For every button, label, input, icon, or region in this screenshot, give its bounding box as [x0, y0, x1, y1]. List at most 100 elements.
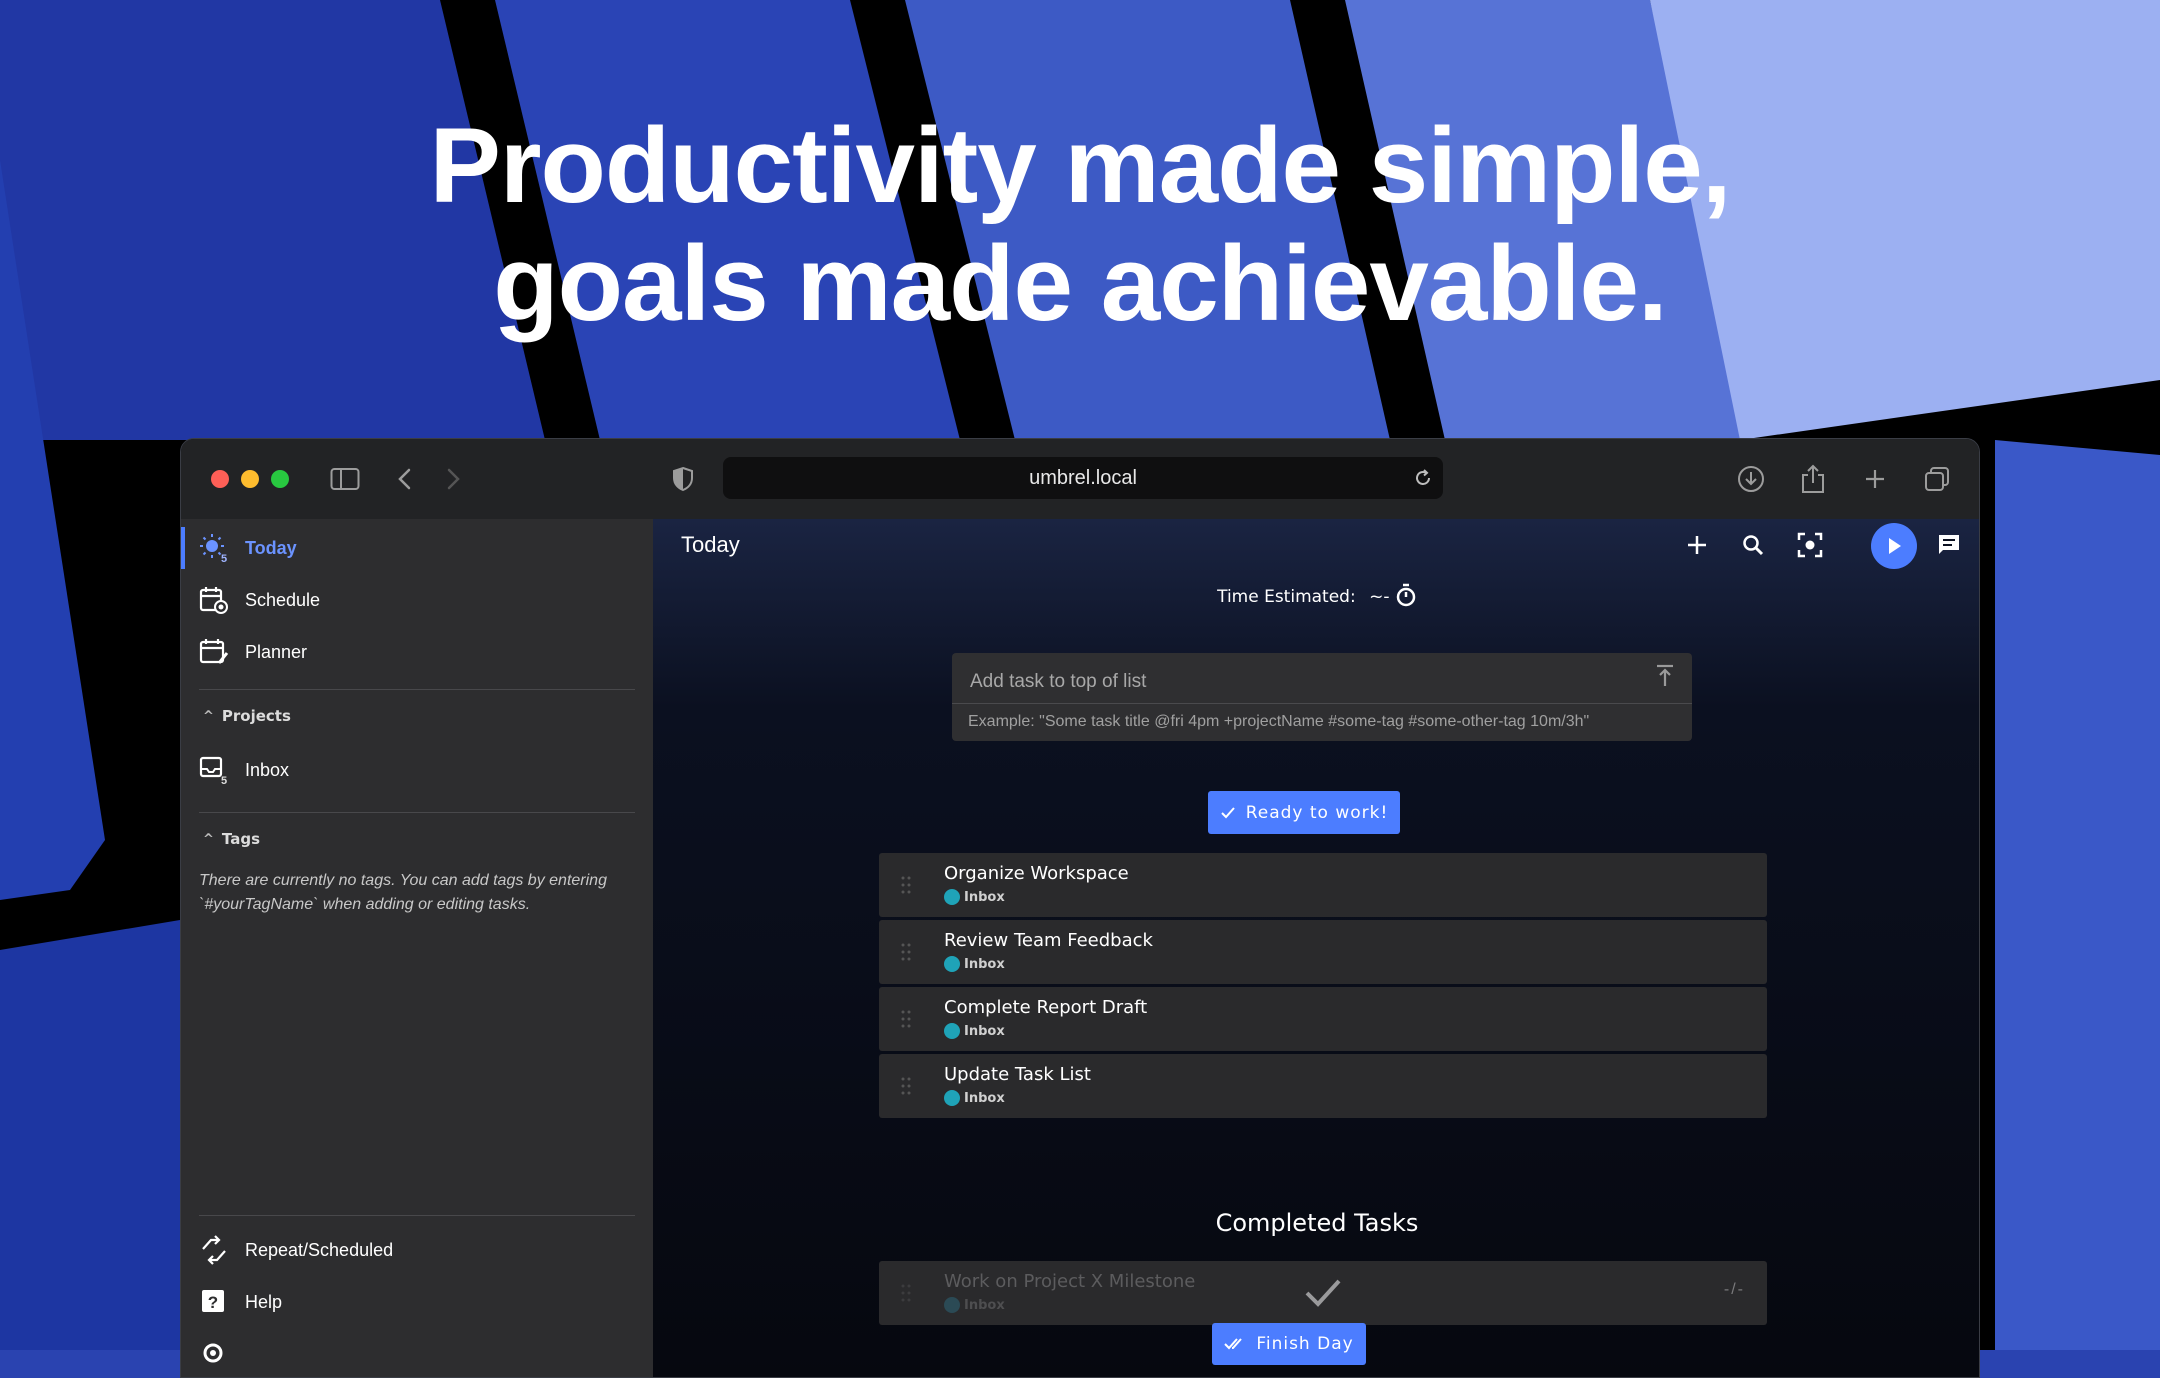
task-row[interactable]: Complete Report Draft Inbox	[879, 987, 1767, 1051]
main-panel: Today Time Estimated: ~- Add task to top…	[653, 519, 1979, 1377]
task-title: Complete Report Draft	[944, 997, 1148, 1018]
headline-line-2: goals made achievable.	[493, 223, 1667, 343]
add-task-icon[interactable]	[1679, 527, 1715, 563]
browser-toolbar: umbrel.local	[181, 439, 1979, 520]
projects-heading: Projects	[221, 707, 291, 725]
calendar-edit-icon	[199, 637, 229, 667]
double-check-icon	[1224, 1338, 1243, 1350]
task-project[interactable]: Inbox	[944, 1090, 1005, 1106]
sidebar-item-label: Schedule	[245, 590, 321, 610]
sidebar-item-label: Inbox	[245, 760, 290, 780]
inbox-icon	[944, 1090, 960, 1106]
task-project-label: Inbox	[964, 1023, 1005, 1039]
ready-button-label: Ready to work!	[1245, 802, 1389, 823]
sidebar-item-repeat-scheduled[interactable]: Repeat/Scheduled	[181, 1225, 653, 1275]
reload-icon[interactable]	[1411, 466, 1435, 490]
sidebar-divider	[199, 812, 635, 813]
task-project-label: Inbox	[964, 1090, 1005, 1106]
task-title: Work on Project X Milestone	[944, 1271, 1196, 1292]
repeat-icon	[199, 1235, 229, 1265]
sidebar-divider	[199, 689, 635, 690]
task-title: Organize Workspace	[944, 863, 1129, 884]
task-project-label: Inbox	[964, 956, 1005, 972]
add-task-hint: Example: "Some task title @fri 4pm +proj…	[968, 713, 1590, 730]
tags-section-toggle[interactable]: ^ Tags	[203, 824, 260, 854]
sidebar-toggle-icon[interactable]	[327, 461, 363, 497]
url-text: umbrel.local	[1029, 467, 1137, 489]
tab-overview-icon[interactable]	[1919, 461, 1955, 497]
sidebar-item-inbox[interactable]: 5 Inbox	[181, 745, 653, 795]
task-row[interactable]: Review Team Feedback Inbox	[879, 920, 1767, 984]
task-row[interactable]: Update Task List Inbox	[879, 1054, 1767, 1118]
time-estimated: Time Estimated: ~-	[653, 583, 1979, 607]
sidebar-divider	[199, 1215, 635, 1216]
today-count-badge: 5	[221, 553, 228, 565]
tags-heading: Tags	[221, 830, 260, 848]
inbox-icon	[944, 1297, 960, 1313]
task-project[interactable]: Inbox	[944, 1023, 1005, 1039]
inbox-count-badge: 5	[221, 775, 228, 787]
back-icon[interactable]	[387, 461, 423, 497]
finish-day-button[interactable]: Finish Day	[1212, 1323, 1366, 1365]
gear-icon	[199, 1339, 229, 1369]
sidebar-item-settings[interactable]	[181, 1329, 653, 1377]
sidebar-item-label: Repeat/Scheduled	[245, 1240, 394, 1260]
drag-handle-icon[interactable]	[901, 875, 911, 895]
address-bar[interactable]: umbrel.local	[723, 457, 1443, 499]
time-estimated-value: ~-	[1369, 587, 1390, 607]
move-to-top-icon[interactable]	[1652, 663, 1678, 689]
drag-handle-icon[interactable]	[901, 942, 911, 962]
app-sidebar: 5 Today Schedule Planner ^ Projects 5 In…	[181, 519, 654, 1377]
drag-handle-icon[interactable]	[901, 1076, 911, 1096]
comment-icon[interactable]	[1931, 527, 1967, 563]
search-icon[interactable]	[1735, 527, 1771, 563]
new-tab-icon[interactable]	[1857, 461, 1893, 497]
task-title: Update Task List	[944, 1064, 1091, 1085]
time-estimated-label: Time Estimated:	[1217, 587, 1356, 607]
sidebar-item-help[interactable]: ? Help	[181, 1277, 653, 1327]
drag-handle-icon[interactable]	[901, 1283, 911, 1303]
zoom-window-button[interactable]	[271, 470, 289, 488]
task-project-label: Inbox	[964, 889, 1005, 905]
add-task-input[interactable]: Add task to top of list Example: "Some t…	[952, 653, 1692, 741]
privacy-shield-icon[interactable]	[665, 461, 701, 497]
task-row[interactable]: Organize Workspace Inbox	[879, 853, 1767, 917]
sidebar-item-today[interactable]: 5 Today	[181, 523, 653, 573]
finish-day-label: Finish Day	[1256, 1334, 1354, 1354]
minimize-window-button[interactable]	[241, 470, 259, 488]
share-icon[interactable]	[1795, 461, 1831, 497]
start-work-button[interactable]	[1871, 523, 1917, 569]
task-project-label: Inbox	[964, 1297, 1005, 1313]
stopwatch-icon	[1396, 583, 1416, 607]
focus-mode-icon[interactable]	[1792, 527, 1828, 563]
close-window-button[interactable]	[211, 470, 229, 488]
sidebar-item-label: Today	[245, 538, 297, 558]
svg-text:?: ?	[208, 1293, 218, 1312]
ready-to-work-button[interactable]: Ready to work!	[1208, 791, 1400, 834]
input-underline	[952, 703, 1692, 704]
forward-icon[interactable]	[435, 461, 471, 497]
completed-tasks-heading: Completed Tasks	[1215, 1209, 1419, 1237]
sidebar-item-planner[interactable]: Planner	[181, 627, 653, 677]
no-tags-message: There are currently no tags. You can add…	[199, 872, 607, 913]
task-title: Review Team Feedback	[944, 930, 1153, 951]
sidebar-item-label: Planner	[245, 642, 308, 662]
chevron-up-icon: ^	[203, 708, 214, 724]
help-icon: ?	[199, 1287, 229, 1317]
task-project[interactable]: Inbox	[944, 956, 1005, 972]
checkmark-icon[interactable]	[1303, 1275, 1343, 1311]
sidebar-item-schedule[interactable]: Schedule	[181, 575, 653, 625]
drag-handle-icon[interactable]	[901, 1009, 911, 1029]
task-project[interactable]: Inbox	[944, 889, 1005, 905]
completed-task-row[interactable]: Work on Project X Milestone Inbox -/-	[879, 1261, 1767, 1325]
inbox-icon	[944, 956, 960, 972]
check-icon	[1220, 806, 1235, 818]
projects-section-toggle[interactable]: ^ Projects	[203, 701, 291, 731]
calendar-clock-icon	[199, 585, 229, 615]
headline-line-1: Productivity made simple,	[429, 105, 1731, 225]
play-icon	[1889, 538, 1901, 554]
inbox-icon	[944, 889, 960, 905]
task-project[interactable]: Inbox	[944, 1297, 1005, 1313]
download-icon[interactable]	[1733, 461, 1769, 497]
add-task-placeholder: Add task to top of list	[970, 671, 1147, 692]
